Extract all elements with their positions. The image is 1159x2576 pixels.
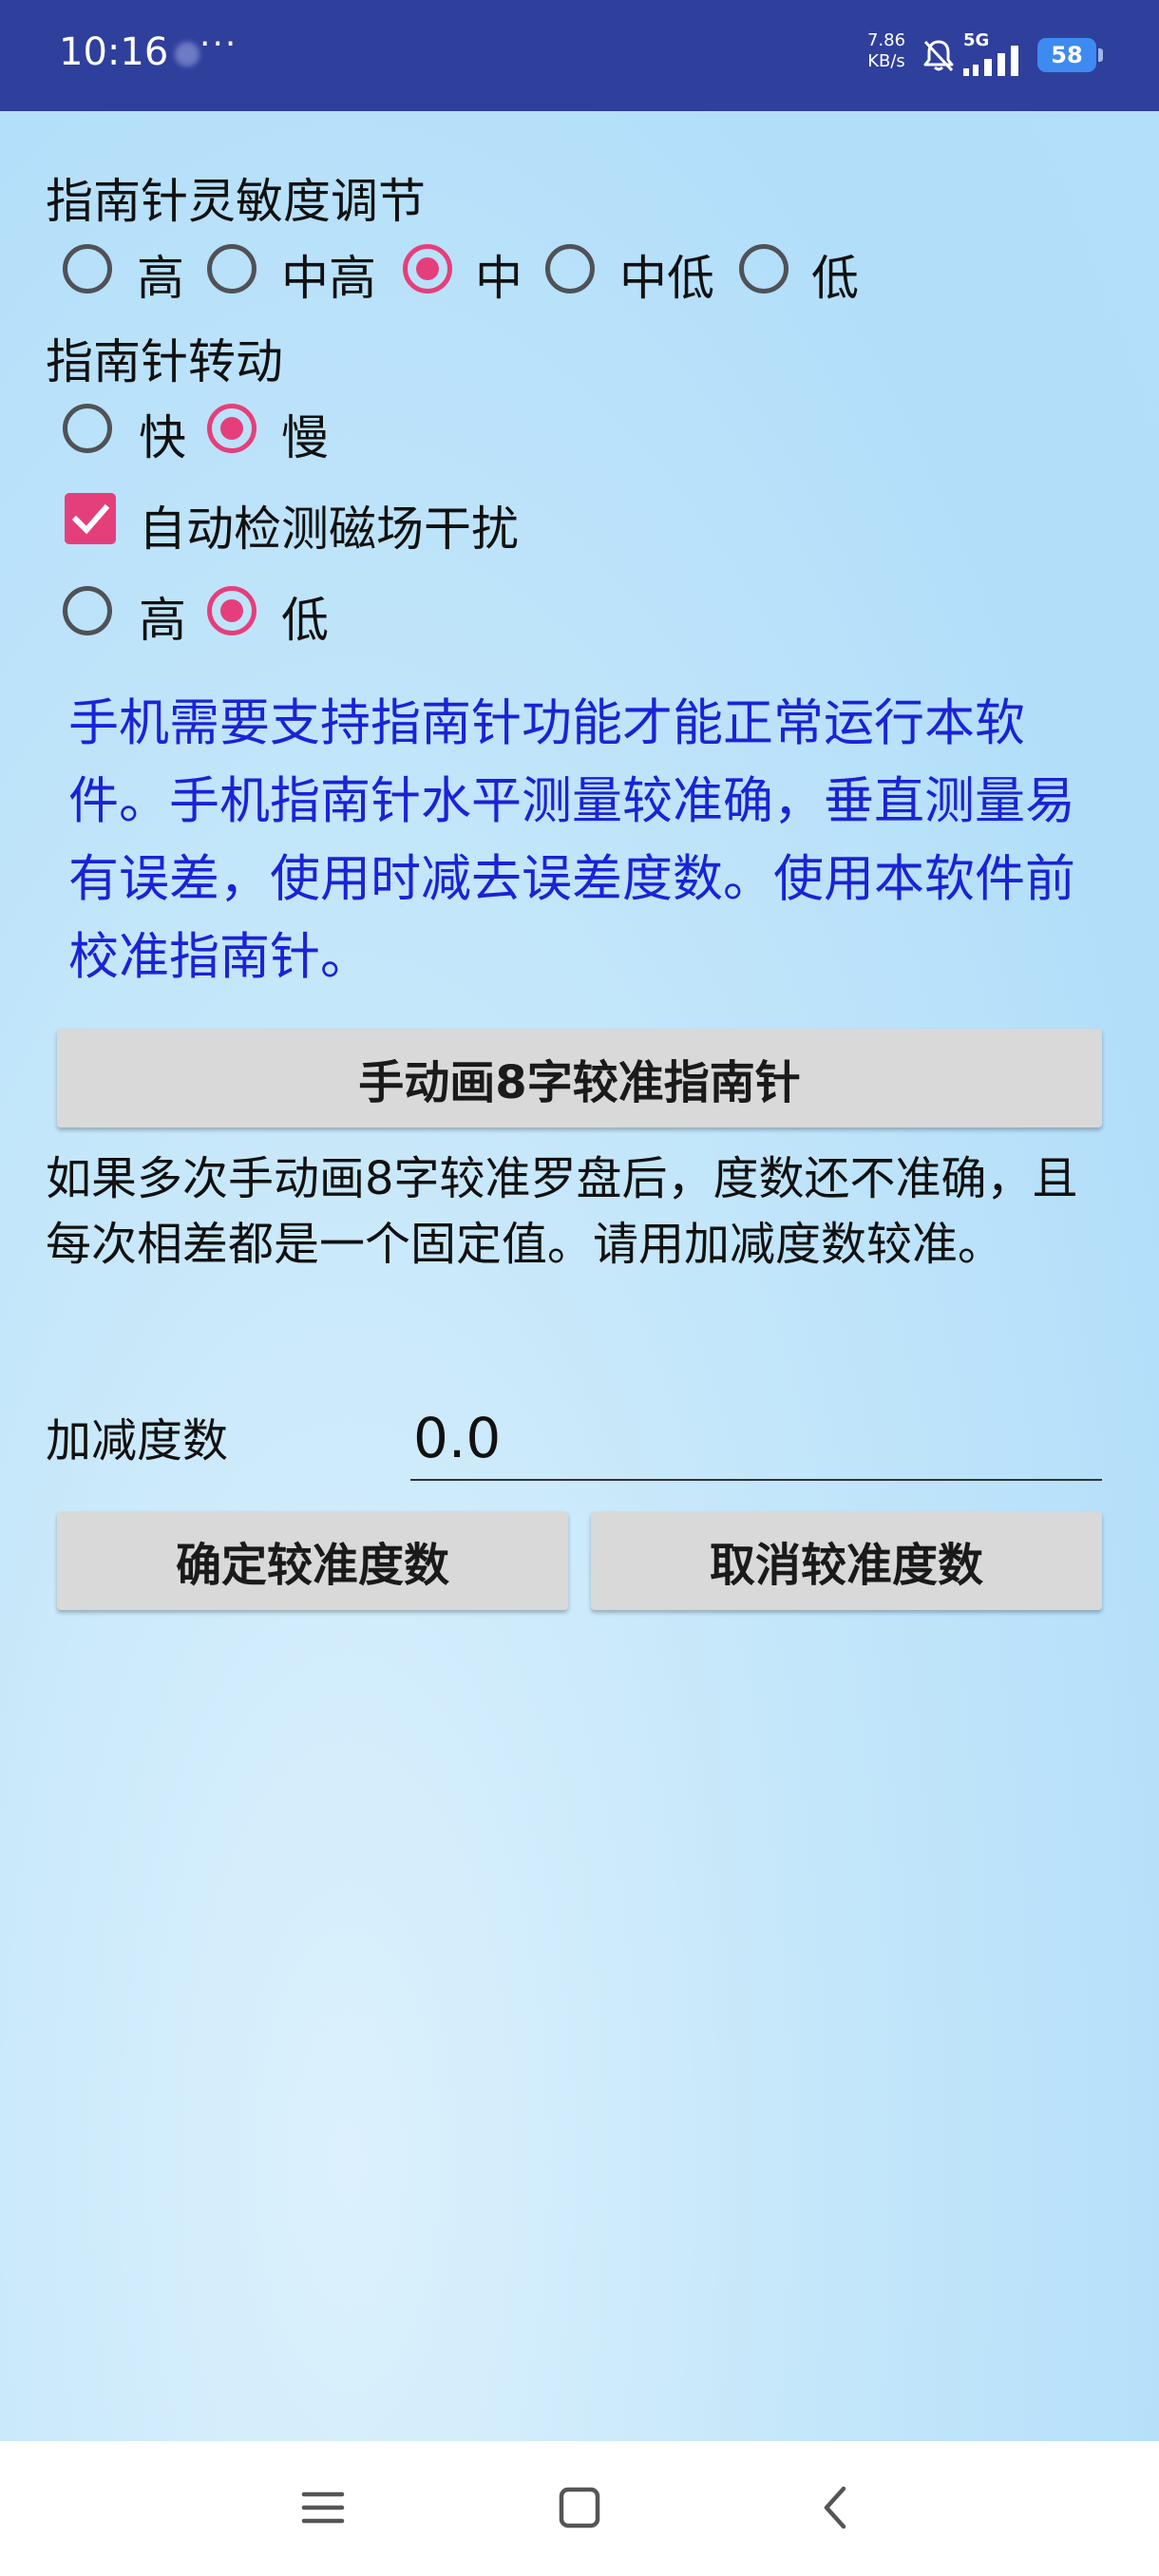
signal-bars-icon	[963, 46, 1018, 76]
confirm-calibration-button[interactable]: 确定较准度数	[57, 1511, 568, 1610]
status-time: 10:16	[59, 30, 169, 74]
radio-selected-icon[interactable]	[207, 586, 256, 635]
offset-label: 加减度数	[46, 1414, 229, 1468]
battery-indicator: 58	[1037, 38, 1096, 72]
option-label: 中	[475, 251, 522, 306]
checkbox-checked-icon[interactable]	[65, 493, 116, 544]
cancel-calibration-button[interactable]: 取消较准度数	[591, 1511, 1102, 1610]
radio-selected-icon[interactable]	[403, 244, 452, 294]
home-icon[interactable]	[553, 2481, 606, 2534]
radio-icon[interactable]	[63, 586, 112, 635]
notification-icon	[175, 42, 200, 66]
calibration-description: 如果多次手动画8字较准罗盘后，度数还不准确，且每次相差都是一个固定值。请用加减度…	[46, 1152, 1078, 1271]
sensitivity-label: 指南针灵敏度调节	[46, 174, 426, 229]
settings-panel: 指南针灵敏度调节 高 中高 中 中低 低 指南针转动 快 慢 自动检测磁场干扰	[0, 111, 1159, 2441]
offset-degrees-input[interactable]: 0.0	[410, 1395, 1102, 1481]
radio-icon[interactable]	[63, 244, 112, 294]
radio-icon[interactable]	[207, 244, 256, 294]
option-label: 慢	[281, 410, 329, 465]
menu-icon[interactable]	[296, 2481, 350, 2534]
network-speed: 7.86 KB/s	[863, 30, 910, 72]
radio-selected-icon[interactable]	[207, 404, 256, 453]
bell-muted-icon	[923, 40, 954, 72]
manual-calibrate-button[interactable]: 手动画8字较准指南针	[57, 1029, 1102, 1127]
network-speed-unit: KB/s	[867, 51, 905, 71]
navigation-bar	[0, 2441, 1159, 2576]
option-label: 高	[139, 593, 186, 648]
option-label: 高	[137, 251, 184, 306]
network-speed-value: 7.86	[866, 30, 906, 50]
radio-icon[interactable]	[545, 244, 595, 294]
option-label: 快	[139, 410, 186, 465]
back-icon[interactable]	[809, 2481, 863, 2534]
radio-icon[interactable]	[63, 404, 112, 453]
rotation-label: 指南针转动	[46, 334, 283, 389]
radio-icon[interactable]	[739, 244, 788, 294]
option-label: 低	[811, 251, 859, 306]
compass-requirement-info: 手机需要支持指南针功能才能正常运行本软件。手机指南针水平测量较准确，垂直测量易有…	[68, 694, 1075, 986]
battery-tip	[1098, 48, 1103, 62]
option-label: 中低	[619, 251, 714, 306]
status-bar: 10:16 ··· 7.86 KB/s 5G 58	[0, 0, 1159, 111]
signal-indicator: 5G	[963, 30, 1026, 76]
more-notifications-icon: ···	[200, 25, 238, 64]
option-label: 中高	[281, 251, 376, 306]
option-label: 低	[281, 593, 329, 648]
checkbox-label: 自动检测磁场干扰	[139, 502, 519, 557]
